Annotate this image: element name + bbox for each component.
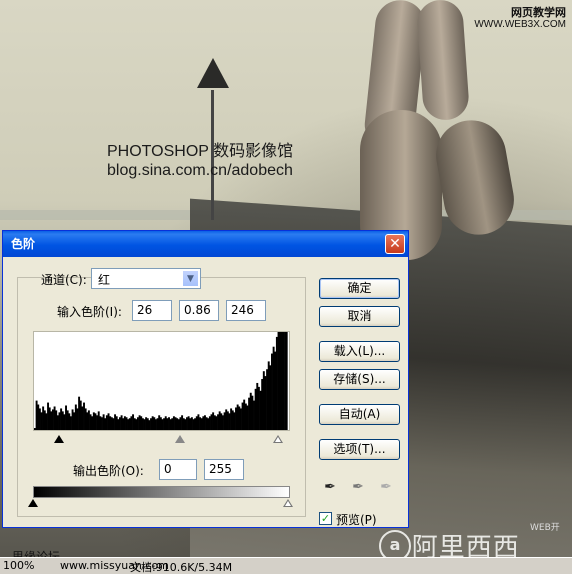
- zoom-level[interactable]: 100%: [3, 559, 34, 572]
- output-white-field[interactable]: 255: [204, 459, 244, 480]
- histogram-bar: [285, 332, 288, 430]
- input-gamma-field[interactable]: 0.86: [179, 300, 219, 321]
- save-button[interactable]: 存储(S)...: [319, 369, 400, 390]
- black-eyedropper-icon[interactable]: ✒: [321, 478, 339, 496]
- input-levels-label: 输入色阶(I):: [57, 305, 122, 319]
- webkai-mark: WEB开: [530, 523, 560, 533]
- close-icon: ✕: [389, 236, 401, 252]
- white-eyedropper-icon[interactable]: ✒: [377, 478, 395, 496]
- levels-dialog: 色阶 ✕ 通道(C): 红 ▼ 输入色阶(I): 26 0.86 246 输出色…: [2, 230, 409, 528]
- output-white-slider[interactable]: [283, 499, 293, 507]
- cancel-button[interactable]: 取消: [319, 306, 400, 327]
- input-white-field[interactable]: 246: [226, 300, 266, 321]
- auto-button[interactable]: 自动(A): [319, 404, 400, 425]
- leg-right: [415, 0, 471, 122]
- histogram: [33, 331, 290, 431]
- output-black-slider[interactable]: [28, 499, 38, 507]
- preview-checkbox[interactable]: ✓: [319, 512, 332, 525]
- status-bar: 100% www.missyuan.com 文档:910.6K/5.34M: [0, 557, 572, 574]
- corner-badge: 网页教学网 WWW.WEB3X.COM: [474, 7, 566, 31]
- dialog-titlebar[interactable]: 色阶 ✕: [3, 231, 408, 257]
- close-button[interactable]: ✕: [385, 234, 405, 254]
- output-levels-label: 输出色阶(O):: [73, 464, 144, 478]
- output-black-field[interactable]: 0: [159, 459, 197, 480]
- options-button[interactable]: 选项(T)...: [319, 439, 400, 460]
- photo-watermark: PHOTOSHOP 数码影像馆 blog.sina.com.cn/adobech: [107, 142, 293, 180]
- corner-badge-title: 网页教学网: [511, 7, 566, 19]
- input-gamma-slider[interactable]: [175, 435, 185, 443]
- dialog-title: 色阶: [11, 237, 36, 251]
- chevron-down-icon[interactable]: ▼: [182, 270, 199, 287]
- sign-triangle: [197, 58, 229, 88]
- input-black-field[interactable]: 26: [132, 300, 172, 321]
- watermark-line2: blog.sina.com.cn/adobech: [107, 162, 293, 179]
- corner-badge-url: WWW.WEB3X.COM: [474, 19, 566, 30]
- preview-label[interactable]: 预览(P): [336, 511, 377, 528]
- gray-eyedropper-icon[interactable]: ✒: [349, 478, 367, 496]
- load-button[interactable]: 载入(L)...: [319, 341, 400, 362]
- channel-label: 通道(C):: [41, 273, 87, 287]
- histogram-chart: [34, 332, 288, 430]
- input-white-slider[interactable]: [273, 435, 283, 443]
- output-gradient-bar: [33, 486, 290, 498]
- input-black-slider[interactable]: [54, 435, 64, 443]
- channel-value: 红: [98, 273, 111, 287]
- watermark-line1: PHOTOSHOP 数码影像馆: [107, 143, 294, 160]
- ok-button[interactable]: 确定: [319, 278, 400, 299]
- channel-select[interactable]: 红 ▼: [91, 268, 201, 289]
